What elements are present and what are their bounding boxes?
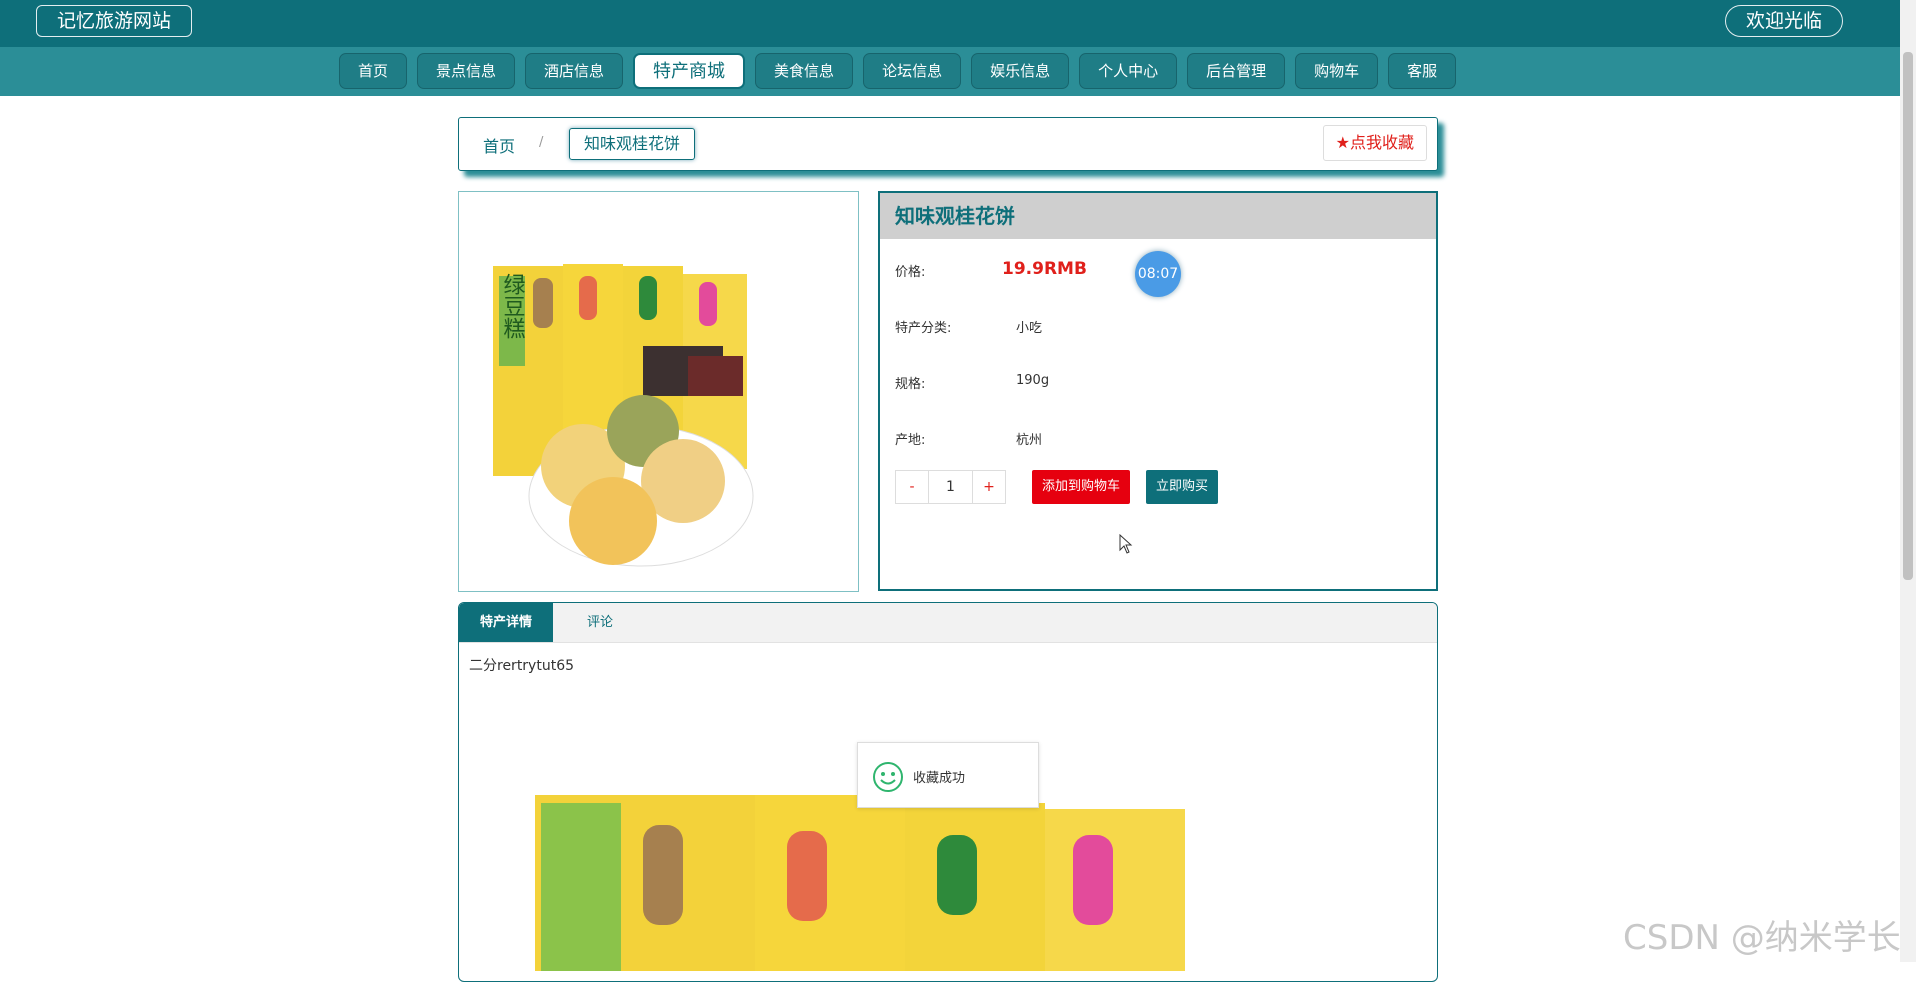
nav-item-personal-center[interactable]: 个人中心 (1079, 53, 1178, 89)
tab-product-detail[interactable]: 特产详情 (459, 603, 553, 642)
detail-text: 二分rertrytut65 (469, 658, 575, 674)
mouse-cursor-icon (1119, 534, 1133, 554)
category-value: 小吃 (1016, 321, 1043, 336)
origin-value: 杭州 (1016, 433, 1043, 448)
scrollbar-thumb[interactable] (1903, 52, 1913, 580)
toast-message: 收藏成功 (913, 771, 966, 786)
nav-item-entertainment[interactable]: 娱乐信息 (971, 53, 1070, 89)
nav-list: 首页 景点信息 酒店信息 特产商城 美食信息 论坛信息 娱乐信息 个人中心 后台… (339, 53, 1457, 89)
breadcrumb-current: 知味观桂花饼 (569, 128, 696, 160)
box-label-mung: 绿豆糕 (500, 273, 526, 339)
smile-icon (873, 762, 903, 792)
tab-comments[interactable]: 评论 (553, 603, 647, 642)
star-icon: ★ (1335, 133, 1350, 152)
increase-quantity-button[interactable]: + (973, 471, 1005, 503)
nav-item-specialty-shop[interactable]: 特产商城 (633, 53, 746, 89)
nav-item-food[interactable]: 美食信息 (755, 53, 854, 89)
main-nav: 首页 景点信息 酒店信息 特产商城 美食信息 论坛信息 娱乐信息 个人中心 后台… (0, 47, 1900, 96)
product-image: 绿豆糕 (493, 264, 754, 567)
timer-badge: 08:07 (1135, 251, 1181, 297)
category-label: 特产分类: (895, 321, 952, 336)
nav-item-attractions[interactable]: 景点信息 (417, 53, 516, 89)
nav-item-home[interactable]: 首页 (339, 53, 408, 89)
breadcrumb-separator: / (539, 135, 544, 150)
welcome-badge: 欢迎光临 (1724, 5, 1843, 37)
page-scrollbar[interactable] (1900, 0, 1916, 962)
quantity-input[interactable]: 1 (928, 471, 973, 503)
breadcrumb-home-link[interactable]: 首页 (483, 133, 515, 157)
detail-image (535, 795, 1185, 971)
nav-item-hotels[interactable]: 酒店信息 (525, 53, 624, 89)
site-title[interactable]: 记忆旅游网站 (36, 5, 193, 37)
origin-label: 产地: (895, 433, 926, 448)
favorite-button[interactable]: ★点我收藏 (1322, 125, 1427, 161)
buy-now-button[interactable]: 立即购买 (1146, 470, 1219, 504)
nav-item-service[interactable]: 客服 (1388, 53, 1457, 89)
tab-bar: 特产详情 评论 (459, 603, 1437, 643)
spec-label: 规格: (895, 377, 926, 392)
quantity-stepper: - 1 + (895, 470, 1006, 504)
top-header: 记忆旅游网站 欢迎光临 (0, 0, 1900, 47)
nav-item-cart[interactable]: 购物车 (1295, 53, 1379, 89)
add-to-cart-button[interactable]: 添加到购物车 (1032, 470, 1131, 504)
decrease-quantity-button[interactable]: - (896, 471, 928, 503)
watermark: CSDN @纳米学长 (1623, 918, 1901, 958)
product-name: 知味观桂花饼 (880, 193, 1436, 239)
product-image-box: 绿豆糕 (458, 191, 859, 592)
breadcrumb: 首页 / 知味观桂花饼 ★点我收藏 (458, 117, 1438, 171)
favorite-label: 点我收藏 (1349, 133, 1414, 152)
product-price: 19.9RMB (1002, 259, 1087, 279)
nav-item-forum[interactable]: 论坛信息 (863, 53, 962, 89)
product-info-panel: 知味观桂花饼 价格: 19.9RMB 08:07 特产分类: 小吃 规格: 19… (878, 191, 1438, 591)
spec-value: 190g (1016, 373, 1050, 388)
nav-item-admin[interactable]: 后台管理 (1187, 53, 1286, 89)
success-toast: 收藏成功 (857, 742, 1039, 808)
price-label: 价格: (895, 265, 926, 280)
